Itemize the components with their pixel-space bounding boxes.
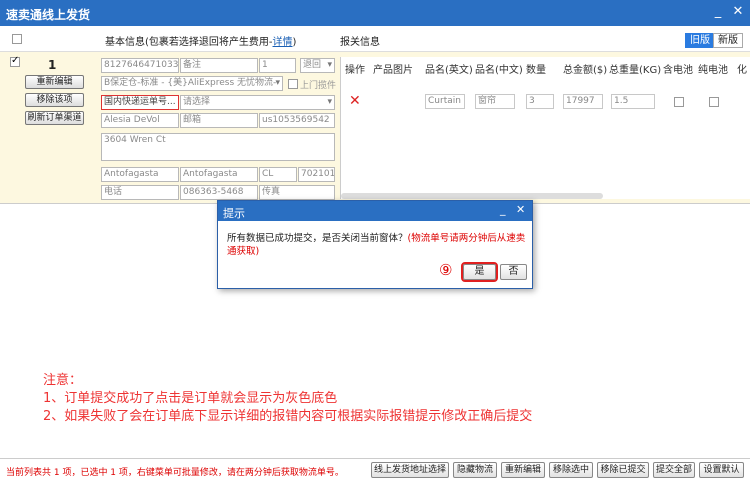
notes-line-2: 2、如果失败了会在订单底下显示详细的报错内容可根据实际报错提示修改正确后提交 [43, 409, 533, 424]
name-cn-cell[interactable]: 窗帘 [475, 94, 515, 109]
hide-logistics-button[interactable]: 隐藏物流 [453, 462, 497, 478]
declare-table: 操作 产品图片 品名(英文) 品名(中文) 数量 总金额($) 总重量(KG) … [340, 57, 750, 199]
title-bar: 速卖通线上发货 _ ✕ [0, 0, 750, 26]
pure-battery-checkbox[interactable] [709, 97, 719, 107]
order-checkbox[interactable] [10, 55, 20, 67]
zip-field[interactable]: 702101 [298, 167, 335, 182]
user-id-field[interactable]: us1053569542 [259, 113, 335, 128]
th-battery: 含电池 [663, 65, 693, 76]
th-pure-battery: 纯电池 [698, 65, 728, 76]
step-marker: ⑨ [439, 261, 453, 279]
submit-all-button[interactable]: 提交全部 [653, 462, 695, 478]
warehouse-select[interactable]: B保定仓-标准 - {美}AliExpress 无忧物流- [101, 76, 283, 91]
yes-button[interactable]: 是 [461, 262, 498, 282]
confirm-dialog: 提示 _ ✕ 所有数据已成功提交，是否关闭当前窗体？(物流单号请两分钟后从速卖通… [217, 200, 533, 289]
return-select[interactable]: 退回 [300, 58, 335, 73]
fax-field[interactable]: 传真 [259, 185, 335, 200]
amount-cell[interactable]: 17997 [563, 94, 603, 109]
weight-cell[interactable]: 1.5 [611, 94, 655, 109]
email-field[interactable]: 邮箱 [180, 113, 258, 128]
province-field[interactable]: Antofagasta [180, 167, 258, 182]
set-default-button[interactable]: 设置默认 [699, 462, 744, 478]
th-action: 操作 [345, 65, 365, 76]
remove-selected-button[interactable]: 移除选中 [549, 462, 593, 478]
select-all-checkbox[interactable] [12, 34, 22, 44]
re-edit-all-button[interactable]: 重新编辑 [501, 462, 545, 478]
declare-info-header: 报关信息 [340, 37, 380, 48]
delete-icon[interactable]: ✕ [349, 93, 361, 109]
notes-line-1: 1、订单提交成功了点击是订单就会显示为灰色底色 [43, 391, 338, 406]
dialog-message-text: 所有数据已成功提交，是否关闭当前窗体？ [227, 233, 408, 244]
re-edit-button[interactable]: 重新编辑 [25, 75, 84, 89]
horizontal-scrollbar[interactable] [341, 193, 603, 199]
new-version-button[interactable]: 新版 [713, 33, 743, 48]
basic-info-close-paren: ) [292, 37, 297, 48]
quantity-field[interactable]: 1 [259, 58, 296, 73]
minimize-button[interactable]: _ [710, 4, 726, 20]
row-number: 1 [48, 58, 57, 72]
dialog-title-bar: 提示 _ ✕ [218, 201, 532, 221]
th-name-en: 品名(英文) [425, 65, 473, 76]
order-id-field[interactable]: 8127646471033( [101, 58, 179, 73]
pickup-checkbox[interactable] [288, 79, 298, 89]
th-more: 化 [737, 65, 747, 76]
status-text: 当前列表共 1 项，已选中 1 项，右键菜单可批量修改，请在两分钟后获取物流单号… [6, 468, 344, 478]
name-en-cell[interactable]: Curtain [425, 94, 465, 109]
dialog-message: 所有数据已成功提交，是否关闭当前窗体？(物流单号请两分钟后从速卖通获取) [227, 232, 527, 258]
remove-item-button[interactable]: 移除该项 [25, 93, 84, 107]
phone-label-field[interactable]: 电话 [101, 185, 179, 200]
phone-field[interactable]: 086363-5468 [180, 185, 258, 200]
status-bar: 当前列表共 1 项，已选中 1 项，右键菜单可批量修改，请在两分钟后获取物流单号… [0, 458, 750, 481]
refresh-channel-button[interactable]: 刷新订单渠道 [25, 111, 84, 125]
notes-title: 注意： [43, 373, 83, 388]
th-qty: 数量 [526, 65, 546, 76]
th-amount: 总金额($) [563, 65, 608, 76]
address-field[interactable]: 3604 Wren Ct [101, 133, 335, 161]
pickup-label: 上门揽件 [300, 81, 337, 91]
details-link[interactable]: 详情 [273, 37, 293, 48]
remark-field[interactable]: 备注 [180, 58, 258, 73]
window-title: 速卖通线上发货 [6, 8, 91, 22]
dialog-close-button[interactable]: ✕ [516, 203, 525, 216]
buyer-name-field[interactable]: Alesia DeVol [101, 113, 179, 128]
th-image: 产品图片 [373, 65, 413, 76]
close-window-button[interactable]: ✕ [730, 4, 746, 20]
logistics-select[interactable]: 请选择 [180, 95, 335, 110]
old-version-button[interactable]: 旧版 [685, 33, 715, 48]
no-button[interactable]: 否 [500, 264, 527, 280]
dialog-title: 提示 [223, 207, 245, 220]
qty-cell[interactable]: 3 [526, 94, 554, 109]
th-weight: 总重量(KG) [609, 65, 662, 76]
city-field[interactable]: Antofagasta [101, 167, 179, 182]
column-header-row: 基本信息(包裹若选择退回将产生费用-详情) 报关信息 旧版 新版 [0, 26, 750, 52]
battery-checkbox[interactable] [674, 97, 684, 107]
notes: 注意： 1、订单提交成功了点击是订单就会显示为灰色底色 2、如果失败了会在订单底… [43, 372, 532, 426]
remove-submitted-button[interactable]: 移除已提交 [597, 462, 649, 478]
order-row: 1 重新编辑 移除该项 刷新订单渠道 8127646471033( 备注 1 退… [0, 52, 750, 204]
dialog-minimize-button[interactable]: _ [500, 203, 506, 216]
th-name-cn: 品名(中文) [475, 65, 523, 76]
logistics-number-field[interactable]: 国内快递运单号... [101, 95, 179, 110]
basic-info-label: 基本信息(包裹若选择退回将产生费用- [105, 37, 273, 48]
country-field[interactable]: CL [259, 167, 297, 182]
basic-info-header: 基本信息(包裹若选择退回将产生费用-详情) [105, 33, 296, 48]
address-select-button[interactable]: 线上发货地址选择 [371, 462, 449, 478]
